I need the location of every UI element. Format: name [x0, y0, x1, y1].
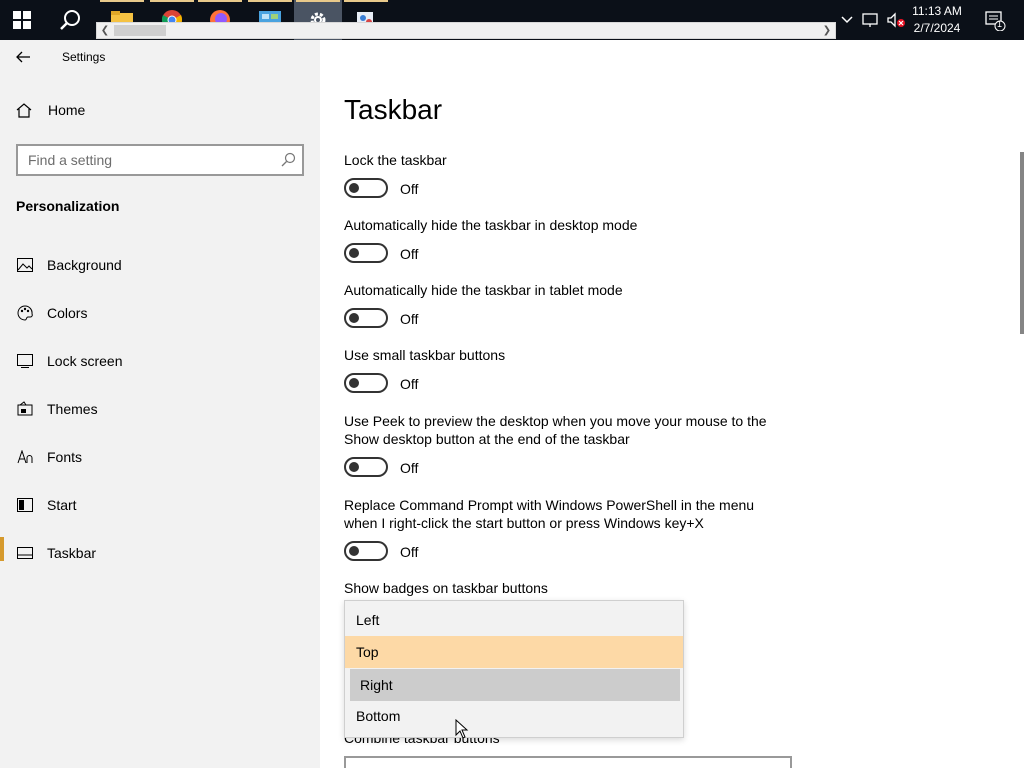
toggle-knob [349, 313, 359, 323]
scroll-left-icon[interactable]: ❮ [97, 23, 113, 38]
toggle-state: Off [400, 311, 419, 327]
sidebar-item-themes[interactable]: Themes [0, 389, 320, 429]
dropdown-option-top[interactable]: Top [345, 636, 683, 668]
toggle-state: Off [400, 246, 419, 262]
search-icon [60, 10, 80, 30]
sidebar-item-taskbar[interactable]: Taskbar [0, 533, 320, 573]
dropdown-option-right[interactable]: Right [350, 669, 680, 701]
search-placeholder: Find a setting [28, 152, 113, 168]
sidebar: Home Find a setting Personalization Back… [0, 40, 320, 768]
network-button[interactable] [860, 0, 882, 40]
taskbar: ❮ ❯ 11:13 AM 2/7/2024 1 [0, 0, 1024, 40]
clock-time: 11:13 AM [912, 4, 962, 18]
sidebar-item-lock-screen[interactable]: Lock screen [0, 341, 320, 381]
setting-label: Automatically hide the taskbar in deskto… [344, 217, 638, 233]
settings-window: Home Find a setting Personalization Back… [0, 40, 1024, 768]
sidebar-item-colors[interactable]: Colors [0, 293, 320, 333]
taskbar-location-dropdown-list: Left Top Right Bottom [344, 600, 684, 738]
start-button[interactable] [0, 0, 44, 40]
page-title: Taskbar [344, 94, 443, 125]
peek-toggle[interactable] [344, 457, 388, 477]
main-content: Taskbar Lock the taskbar Off Automatical… [320, 40, 1024, 768]
setting-label: Lock the taskbar [344, 152, 447, 168]
toggle-knob [349, 462, 359, 472]
search-button[interactable] [48, 0, 92, 40]
search-icon [281, 152, 296, 167]
setting-label: Automatically hide the taskbar in tablet… [344, 282, 623, 298]
sidebar-home[interactable]: Home [16, 102, 85, 118]
toggle-knob [349, 378, 359, 388]
sidebar-item-label: Taskbar [47, 545, 97, 561]
windows-logo-icon [13, 11, 31, 29]
sidebar-item-label: Themes [47, 401, 98, 417]
action-center-button[interactable]: 1 [980, 0, 1010, 40]
chevron-up-icon [841, 16, 853, 24]
clock-date: 2/7/2024 [913, 21, 961, 35]
sidebar-item-fonts[interactable]: Fonts [0, 437, 320, 477]
notification-count: 1 [997, 19, 1003, 29]
palette-icon [16, 305, 34, 321]
badges-label: Show badges on taskbar buttons [344, 580, 548, 596]
start-icon [16, 497, 34, 513]
dropdown-option-left[interactable]: Left [345, 604, 683, 636]
sidebar-item-label: Lock screen [47, 353, 123, 369]
lock-screen-icon [16, 353, 34, 369]
toggle-state: Off [400, 181, 419, 197]
section-title: Personalization [16, 198, 120, 214]
sidebar-item-label: Start [47, 497, 77, 513]
show-hidden-icons-button[interactable] [838, 0, 856, 40]
scroll-right-icon[interactable]: ❯ [819, 23, 835, 38]
sidebar-item-label: Colors [47, 305, 88, 321]
combine-dropdown[interactable] [344, 756, 792, 768]
setting-label: Replace Command Prompt with Windows Powe… [344, 497, 755, 531]
small-buttons-toggle[interactable] [344, 373, 388, 393]
back-arrow-icon [16, 51, 30, 63]
network-icon [862, 13, 878, 27]
dropdown-option-bottom[interactable]: Bottom [345, 700, 683, 732]
toggle-knob [349, 546, 359, 556]
fonts-icon [16, 449, 34, 465]
search-input[interactable]: Find a setting [16, 144, 304, 176]
window-title: Settings [62, 50, 106, 64]
sidebar-item-background[interactable]: Background [0, 245, 320, 285]
back-button[interactable] [8, 44, 38, 70]
scrollbar-thumb[interactable] [114, 25, 166, 36]
toggle-knob [349, 248, 359, 258]
powershell-toggle[interactable] [344, 541, 388, 561]
toggle-knob [349, 183, 359, 193]
toggle-state: Off [400, 376, 419, 392]
toggle-state: Off [400, 544, 419, 560]
taskbar-clock[interactable]: 11:13 AM 2/7/2024 [902, 3, 972, 37]
picture-icon [16, 257, 34, 273]
sidebar-item-label: Fonts [47, 449, 83, 465]
sidebar-item-start[interactable]: Start [0, 485, 320, 525]
autohide-desktop-toggle[interactable] [344, 243, 388, 263]
lock-taskbar-toggle[interactable] [344, 178, 388, 198]
setting-label: Use small taskbar buttons [344, 347, 506, 363]
sidebar-item-label: Background [47, 257, 122, 273]
toggle-state: Off [400, 460, 419, 476]
notification-icon [985, 11, 1006, 31]
autohide-tablet-toggle[interactable] [344, 308, 388, 328]
home-label: Home [48, 102, 86, 118]
taskbar-icon [16, 545, 34, 561]
horizontal-scrollbar[interactable]: ❮ ❯ [96, 22, 836, 39]
mouse-cursor-icon [455, 719, 469, 739]
home-icon [16, 103, 32, 118]
setting-label: Use Peek to preview the desktop when you… [344, 413, 767, 447]
themes-icon [16, 401, 34, 417]
vertical-scrollbar[interactable] [1020, 152, 1024, 334]
